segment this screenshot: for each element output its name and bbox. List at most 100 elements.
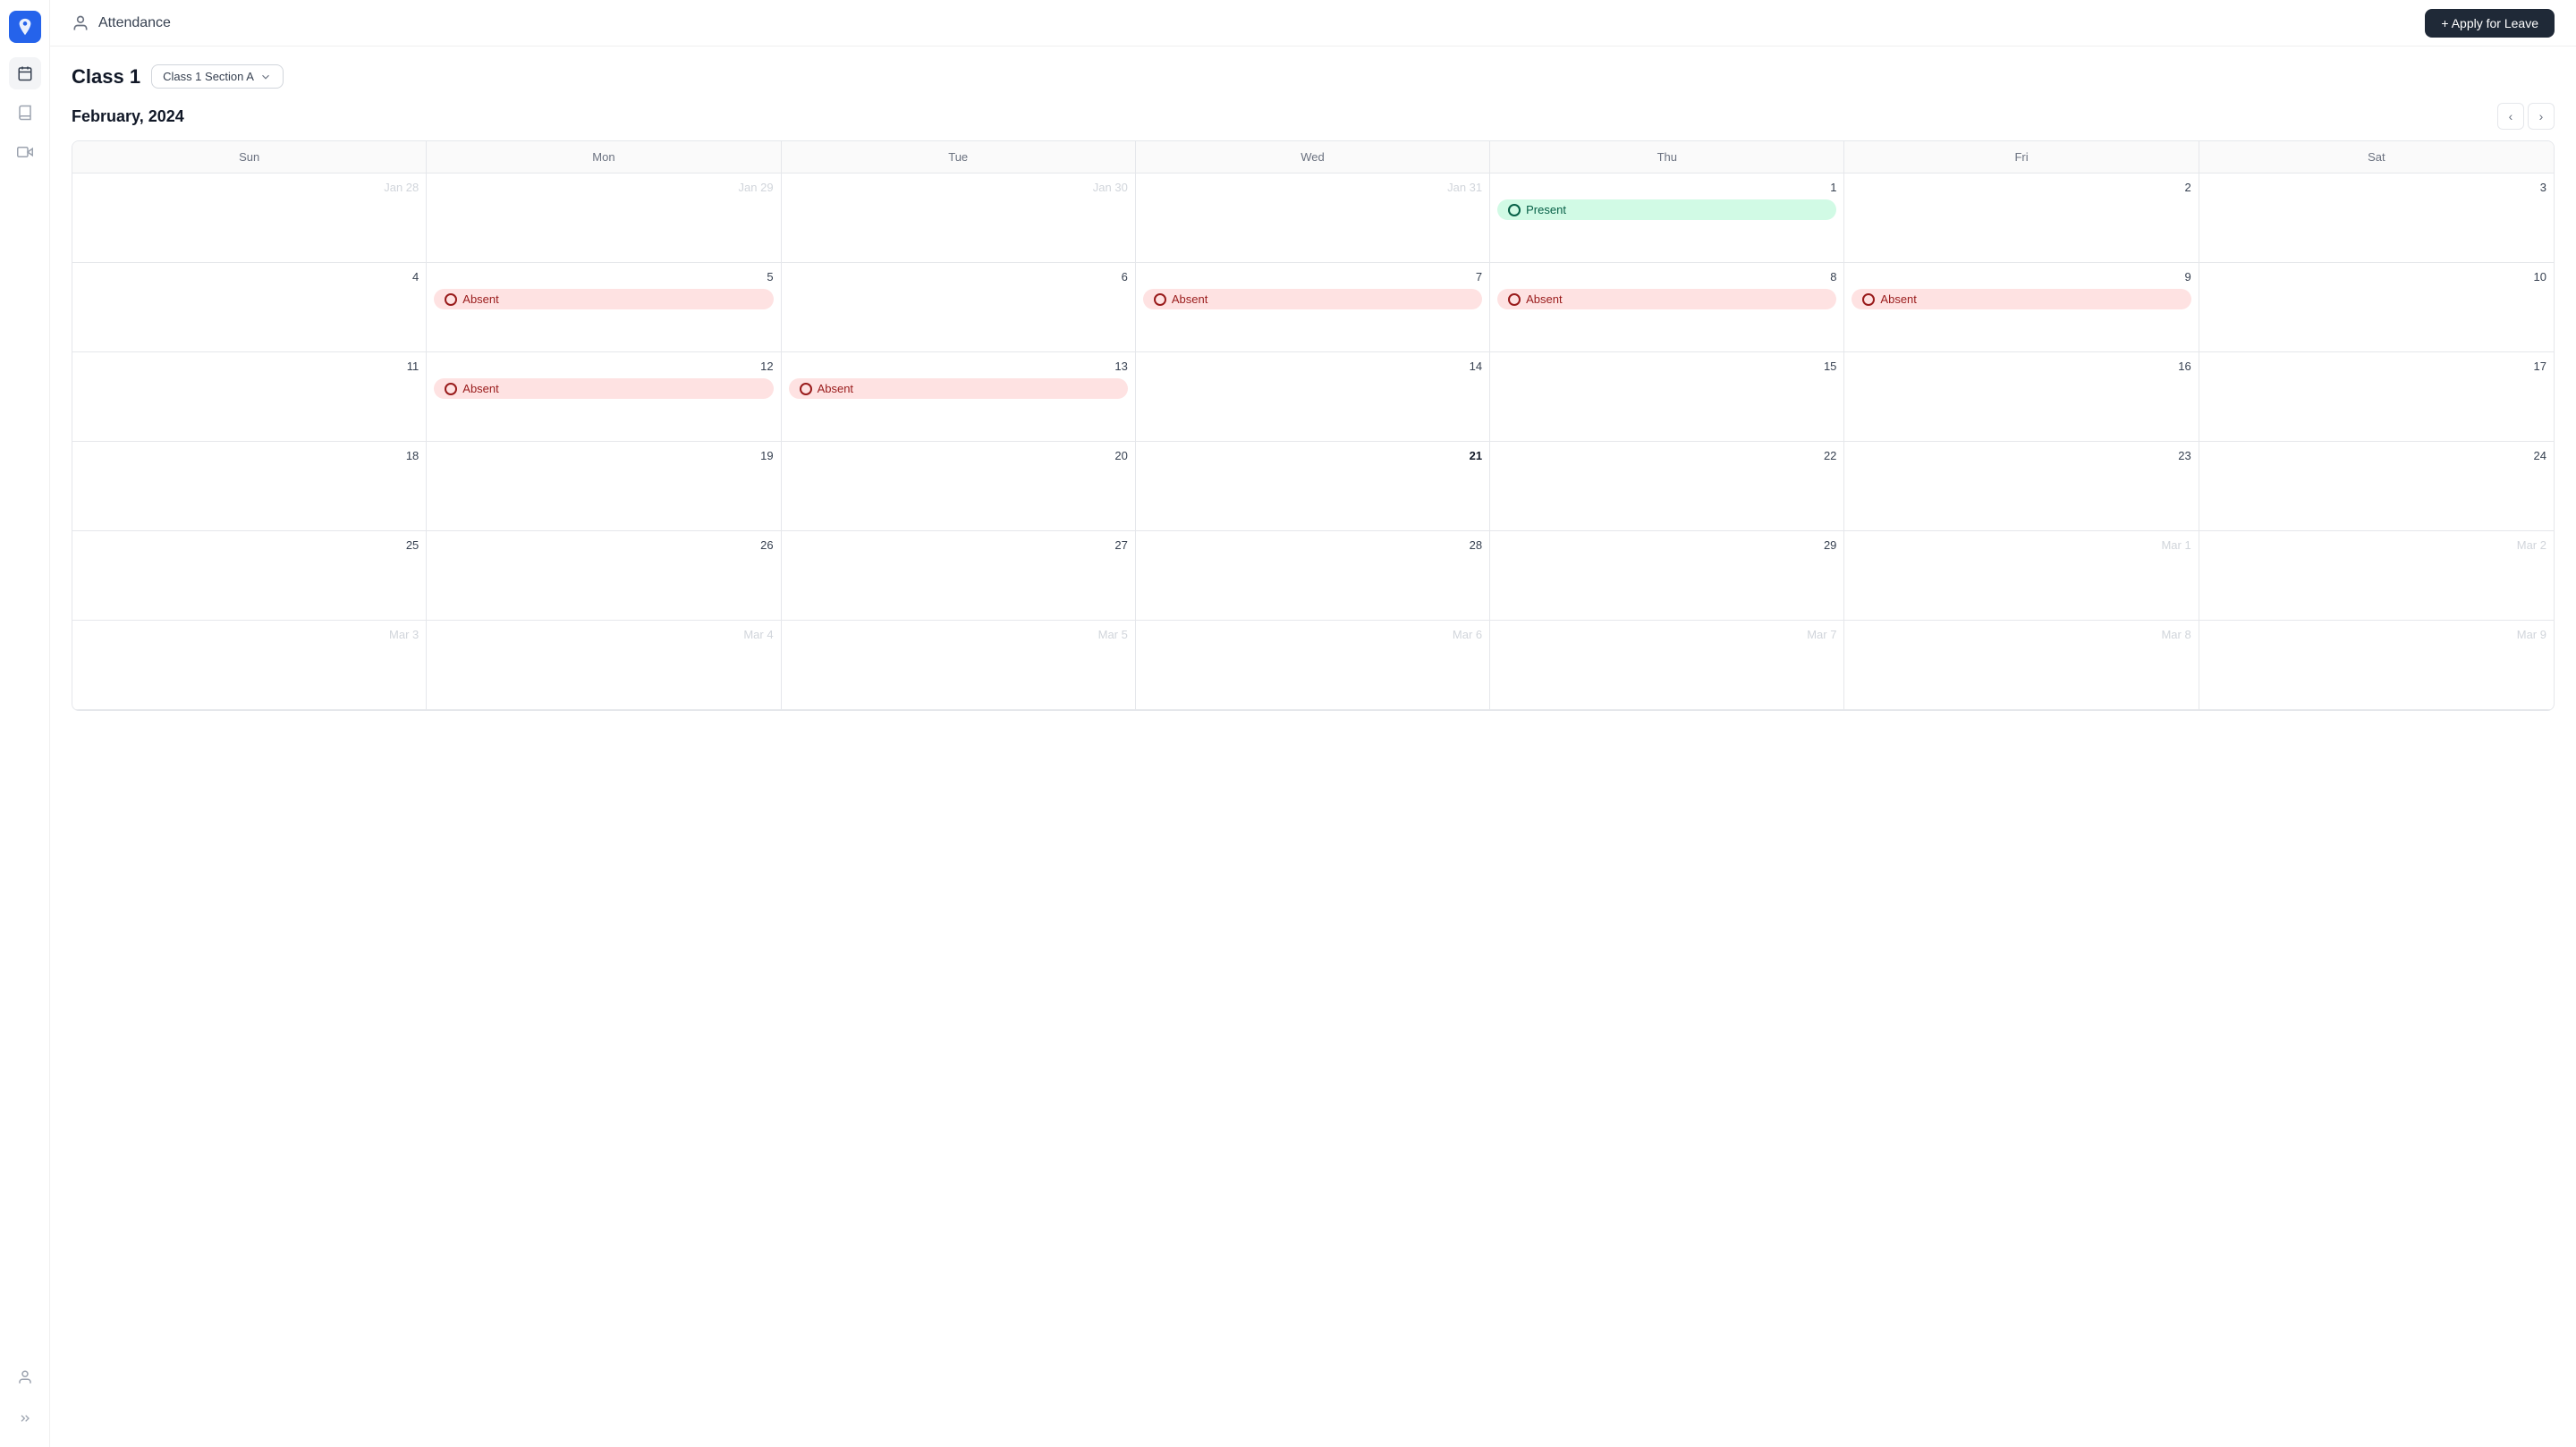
day-number: 20 bbox=[789, 449, 1128, 462]
calendar-cell: 15 bbox=[1490, 352, 1844, 442]
header: Attendance + Apply for Leave bbox=[50, 0, 2576, 47]
day-number: Jan 31 bbox=[1143, 181, 1482, 194]
calendar-cell: Mar 9 bbox=[2199, 621, 2554, 710]
day-number: 9 bbox=[1852, 270, 2190, 283]
chevron-down-icon bbox=[259, 71, 272, 83]
status-badge: Absent bbox=[434, 289, 773, 309]
day-number: 1 bbox=[1497, 181, 1836, 194]
sidebar-icon-person[interactable] bbox=[9, 1361, 41, 1393]
absent-icon bbox=[1862, 293, 1875, 306]
calendar-cell: 19 bbox=[427, 442, 781, 531]
header-left: Attendance bbox=[72, 14, 171, 32]
day-number: Jan 29 bbox=[434, 181, 773, 194]
day-number: Mar 2 bbox=[2207, 538, 2546, 552]
calendar-cell: Mar 1 bbox=[1844, 531, 2199, 621]
day-number: 3 bbox=[2207, 181, 2546, 194]
sidebar-icon-video[interactable] bbox=[9, 136, 41, 168]
day-header-sat: Sat bbox=[2199, 141, 2554, 173]
day-number: 15 bbox=[1497, 360, 1836, 373]
attendance-icon bbox=[72, 14, 89, 32]
status-badge: Absent bbox=[434, 378, 773, 399]
collapse-sidebar-button[interactable] bbox=[18, 1400, 32, 1436]
day-number: Mar 4 bbox=[434, 628, 773, 641]
day-number: 26 bbox=[434, 538, 773, 552]
day-number: 27 bbox=[789, 538, 1128, 552]
calendar-cell: 24 bbox=[2199, 442, 2554, 531]
calendar-cell: 21 bbox=[1136, 442, 1490, 531]
calendar-cell: 28 bbox=[1136, 531, 1490, 621]
status-badge: Absent bbox=[1497, 289, 1836, 309]
sidebar bbox=[0, 0, 50, 1447]
absent-icon bbox=[445, 383, 457, 395]
day-number: Mar 7 bbox=[1497, 628, 1836, 641]
day-number: 21 bbox=[1143, 449, 1482, 462]
calendar-cell: Jan 30 bbox=[782, 173, 1136, 263]
calendar: SunMonTueWedThuFriSat Jan 28 Jan 29 Jan 30… bbox=[72, 140, 2555, 711]
day-number: 18 bbox=[80, 449, 419, 462]
calendar-cell: Mar 2 bbox=[2199, 531, 2554, 621]
calendar-cell: 29 bbox=[1490, 531, 1844, 621]
day-number: 29 bbox=[1497, 538, 1836, 552]
day-number: 13 bbox=[789, 360, 1128, 373]
day-number: Mar 8 bbox=[1852, 628, 2190, 641]
status-badge: Absent bbox=[789, 378, 1128, 399]
class-section-dropdown[interactable]: Class 1 Section A bbox=[151, 64, 284, 89]
day-number: 28 bbox=[1143, 538, 1482, 552]
day-number: Jan 28 bbox=[80, 181, 419, 194]
calendar-cell: Jan 31 bbox=[1136, 173, 1490, 263]
day-number: 19 bbox=[434, 449, 773, 462]
calendar-header: SunMonTueWedThuFriSat bbox=[72, 141, 2554, 173]
prev-month-button[interactable]: ‹ bbox=[2497, 103, 2524, 130]
calendar-cell: 8 Absent bbox=[1490, 263, 1844, 352]
calendar-cell: 4 bbox=[72, 263, 427, 352]
calendar-cell: 7 Absent bbox=[1136, 263, 1490, 352]
calendar-cell: Mar 5 bbox=[782, 621, 1136, 710]
calendar-cell: 22 bbox=[1490, 442, 1844, 531]
day-header-fri: Fri bbox=[1844, 141, 2199, 173]
day-number: 7 bbox=[1143, 270, 1482, 283]
apply-for-leave-button[interactable]: + Apply for Leave bbox=[2425, 9, 2555, 38]
day-number: 25 bbox=[80, 538, 419, 552]
calendar-cell: 10 bbox=[2199, 263, 2554, 352]
day-number: 17 bbox=[2207, 360, 2546, 373]
day-number: 14 bbox=[1143, 360, 1482, 373]
day-number: 5 bbox=[434, 270, 773, 283]
day-number: 2 bbox=[1852, 181, 2190, 194]
day-number: 24 bbox=[2207, 449, 2546, 462]
calendar-cell: 5 Absent bbox=[427, 263, 781, 352]
absent-icon bbox=[1154, 293, 1166, 306]
day-number: 23 bbox=[1852, 449, 2190, 462]
calendar-cell: Mar 7 bbox=[1490, 621, 1844, 710]
calendar-body: Jan 28Jan 29Jan 30Jan 311Present2345Abse… bbox=[72, 173, 2554, 710]
calendar-cell: 23 bbox=[1844, 442, 2199, 531]
calendar-cell: Mar 3 bbox=[72, 621, 427, 710]
sidebar-bottom bbox=[9, 1361, 41, 1436]
calendar-cell: Mar 8 bbox=[1844, 621, 2199, 710]
nav-buttons: ‹ › bbox=[2497, 103, 2555, 130]
day-header-tue: Tue bbox=[782, 141, 1136, 173]
day-header-wed: Wed bbox=[1136, 141, 1490, 173]
status-label: Absent bbox=[462, 292, 498, 306]
sidebar-icon-calendar[interactable] bbox=[9, 57, 41, 89]
day-number: Mar 1 bbox=[1852, 538, 2190, 552]
class-header: Class 1 Class 1 Section A bbox=[72, 64, 2555, 89]
status-label: Absent bbox=[1526, 292, 1562, 306]
day-number: 8 bbox=[1497, 270, 1836, 283]
calendar-cell: Jan 29 bbox=[427, 173, 781, 263]
next-month-button[interactable]: › bbox=[2528, 103, 2555, 130]
calendar-cell: Mar 6 bbox=[1136, 621, 1490, 710]
content-area: Class 1 Class 1 Section A February, 2024… bbox=[50, 47, 2576, 1447]
status-label: Absent bbox=[818, 382, 853, 395]
sidebar-icon-book[interactable] bbox=[9, 97, 41, 129]
calendar-cell: 25 bbox=[72, 531, 427, 621]
class-section-value: Class 1 Section A bbox=[163, 70, 254, 83]
day-number: Mar 5 bbox=[789, 628, 1128, 641]
status-label: Absent bbox=[1172, 292, 1208, 306]
present-icon bbox=[1508, 204, 1521, 216]
day-number: 11 bbox=[80, 360, 419, 373]
status-badge: Absent bbox=[1852, 289, 2190, 309]
absent-icon bbox=[1508, 293, 1521, 306]
calendar-cell: 12Absent bbox=[427, 352, 781, 442]
calendar-cell: 9 Absent bbox=[1844, 263, 2199, 352]
day-number: Mar 9 bbox=[2207, 628, 2546, 641]
